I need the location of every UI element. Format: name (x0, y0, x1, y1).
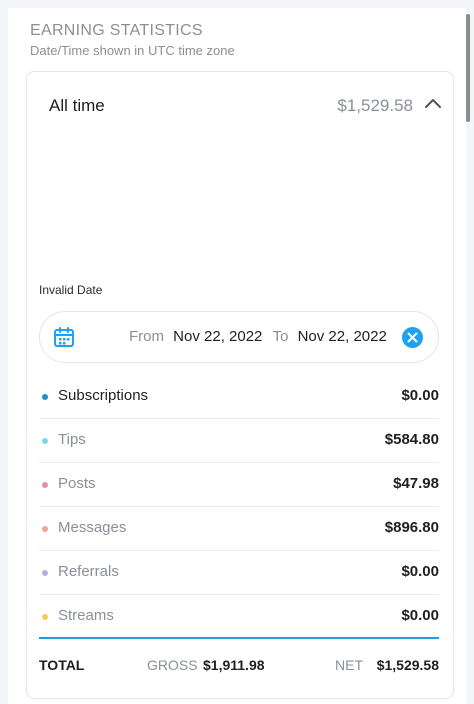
row-label: Referrals (58, 563, 119, 580)
row-value: $0.00 (401, 607, 439, 624)
earnings-breakdown-list: Subscriptions $0.00 Tips $584.80 Posts $… (39, 375, 439, 639)
row-value: $0.00 (401, 387, 439, 404)
gross-label: GROSS (147, 657, 198, 673)
row-value: $47.98 (393, 475, 439, 492)
legend-dot (42, 614, 48, 620)
legend-dot (42, 570, 48, 576)
period-label[interactable]: All time (49, 96, 105, 116)
earnings-row-streams[interactable]: Streams $0.00 (39, 595, 439, 639)
row-label: Messages (58, 519, 127, 536)
from-label: From (129, 328, 164, 345)
row-value: $896.80 (384, 519, 439, 536)
net-label: NET (335, 657, 363, 673)
chevron-up-icon[interactable] (421, 92, 445, 116)
row-label: Streams (58, 607, 114, 624)
chart-area (27, 134, 453, 274)
date-range-picker[interactable]: From Nov 22, 2022 To Nov 22, 2022 (39, 311, 439, 363)
calendar-icon[interactable] (53, 326, 75, 348)
section-title: EARNING STATISTICS (30, 22, 203, 39)
earnings-row-posts[interactable]: Posts $47.98 (39, 463, 439, 507)
period-amount: $1,529.58 (337, 96, 413, 115)
row-value: $584.80 (384, 431, 439, 448)
total-row: TOTAL GROSS $1,911.98 NET $1,529.58 (39, 657, 439, 681)
legend-dot (42, 526, 48, 532)
legend-dot (42, 394, 48, 400)
net-value: $1,529.58 (376, 657, 439, 673)
row-label: Posts (58, 475, 96, 492)
clear-date-button[interactable] (402, 327, 423, 348)
earnings-row-subscriptions[interactable]: Subscriptions $0.00 (39, 375, 439, 419)
row-label: Tips (58, 431, 86, 448)
legend-dot (42, 482, 48, 488)
total-label: TOTAL (39, 657, 85, 673)
gross-value: $1,911.98 (203, 657, 265, 673)
row-value: $0.00 (401, 563, 439, 580)
earning-statistics-page: EARNING STATISTICS Date/Time shown in UT… (8, 8, 466, 704)
to-date[interactable]: Nov 22, 2022 (298, 328, 387, 345)
scrollbar[interactable] (466, 14, 470, 122)
legend-dot (42, 438, 48, 444)
date-range-text[interactable]: From Nov 22, 2022 To Nov 22, 2022 (129, 328, 387, 345)
earnings-card: All time $1,529.58 Invalid Date From Nov… (26, 71, 454, 699)
from-date[interactable]: Nov 22, 2022 (173, 328, 262, 345)
earnings-row-messages[interactable]: Messages $896.80 (39, 507, 439, 551)
to-label: To (272, 328, 289, 345)
section-subtitle: Date/Time shown in UTC time zone (30, 43, 235, 58)
row-label: Subscriptions (58, 387, 149, 404)
earnings-row-tips[interactable]: Tips $584.80 (39, 419, 439, 463)
earnings-row-referrals[interactable]: Referrals $0.00 (39, 551, 439, 595)
invalid-date-label: Invalid Date (39, 283, 103, 297)
close-icon (407, 332, 418, 343)
